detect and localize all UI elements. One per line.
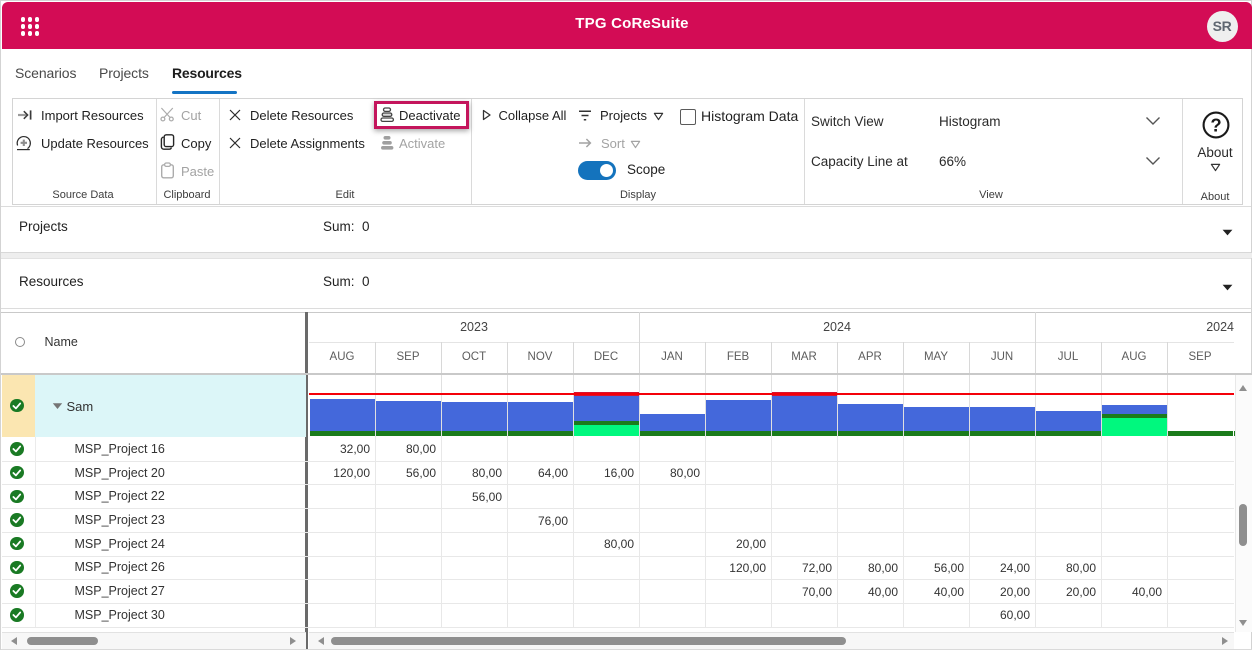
svg-text:?: ? [1210,114,1221,135]
